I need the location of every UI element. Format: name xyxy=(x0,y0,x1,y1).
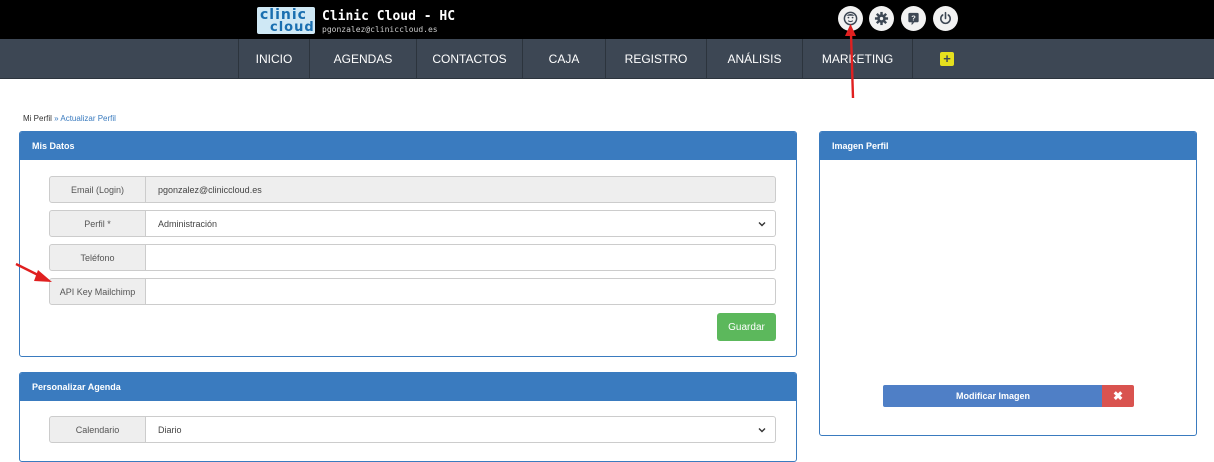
svg-text:?: ? xyxy=(911,13,916,22)
nav-inicio[interactable]: INICIO xyxy=(238,39,310,79)
logo-bottom-text: cloud xyxy=(270,20,315,35)
api-key-input[interactable] xyxy=(146,278,776,305)
api-key-row: API Key Mailchimp xyxy=(49,278,776,305)
perfil-row: Perfil * Administración xyxy=(49,210,776,237)
email-row: Email (Login) pgonzalez@cliniccloud.es xyxy=(49,176,776,203)
annotation-arrow-right xyxy=(15,262,52,282)
mis-datos-title: Mis Datos xyxy=(20,132,796,160)
user-email: pgonzalez@cliniccloud.es xyxy=(322,25,438,34)
breadcrumb-current[interactable]: Actualizar Perfil xyxy=(60,114,116,123)
breadcrumb-root[interactable]: Mi Perfil xyxy=(23,114,52,123)
main-nav: INICIO AGENDAS CONTACTOS CAJA REGISTRO A… xyxy=(0,39,1214,79)
annotation-arrow-up xyxy=(845,24,856,99)
top-bar: clinic cloud Clinic Cloud - HC pgonzalez… xyxy=(0,0,1214,39)
calendario-row: Calendario Diario xyxy=(49,416,776,443)
help-icon[interactable]: ? xyxy=(901,6,926,31)
personalizar-agenda-panel: Personalizar Agenda Calendario Diario xyxy=(19,372,797,462)
perfil-select[interactable]: Administración xyxy=(146,210,776,237)
perfil-selected-value: Administración xyxy=(158,218,218,229)
settings-icon[interactable] xyxy=(869,6,894,31)
telefono-row: Teléfono xyxy=(49,244,776,271)
telefono-label: Teléfono xyxy=(49,244,146,271)
nav-contactos[interactable]: CONTACTOS xyxy=(417,39,523,79)
chevron-down-icon xyxy=(758,428,766,433)
personalizar-agenda-title: Personalizar Agenda xyxy=(20,373,796,401)
telefono-input[interactable] xyxy=(146,244,776,271)
nav-plus-button[interactable]: + xyxy=(940,52,954,66)
email-label: Email (Login) xyxy=(49,176,146,203)
email-field: pgonzalez@cliniccloud.es xyxy=(146,176,776,203)
save-button[interactable]: Guardar xyxy=(717,313,776,341)
app-title: Clinic Cloud - HC xyxy=(322,9,456,24)
calendario-label: Calendario xyxy=(49,416,146,443)
perfil-label: Perfil * xyxy=(49,210,146,237)
imagen-perfil-panel: Imagen Perfil Modificar Imagen ✖ xyxy=(819,131,1197,436)
calendario-select[interactable]: Diario xyxy=(146,416,776,443)
mis-datos-panel: Mis Datos Email (Login) pgonzalez@clinic… xyxy=(19,131,797,357)
chevron-down-icon xyxy=(758,222,766,227)
breadcrumb: Mi Perfil » Actualizar Perfil xyxy=(23,114,116,123)
close-icon: ✖ xyxy=(1112,389,1124,403)
breadcrumb-separator: » xyxy=(54,114,59,123)
nav-agendas[interactable]: AGENDAS xyxy=(310,39,417,79)
nav-caja[interactable]: CAJA xyxy=(523,39,606,79)
remove-image-button[interactable]: ✖ xyxy=(1102,385,1134,407)
calendario-selected-value: Diario xyxy=(158,424,182,435)
power-icon[interactable] xyxy=(933,6,958,31)
clinic-cloud-logo[interactable]: clinic cloud xyxy=(257,7,315,35)
imagen-perfil-title: Imagen Perfil xyxy=(820,132,1196,160)
nav-registro[interactable]: REGISTRO xyxy=(606,39,707,79)
nav-analisis[interactable]: ANÁLISIS xyxy=(707,39,803,79)
api-key-label: API Key Mailchimp xyxy=(49,278,146,305)
modify-image-button[interactable]: Modificar Imagen xyxy=(883,385,1103,407)
